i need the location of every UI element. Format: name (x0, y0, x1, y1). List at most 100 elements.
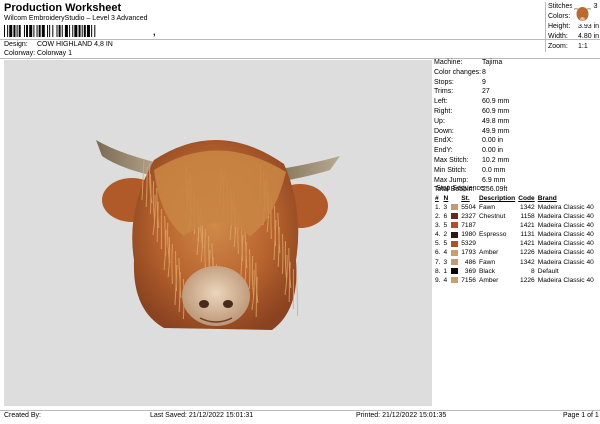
info-row: Up: 49.8 mm (434, 117, 510, 125)
stop-sequence-title: Stop Sequence: (436, 185, 486, 192)
barcode (4, 25, 96, 37)
seq-needle: 3 (443, 258, 448, 266)
sequence-row: 3. 5 7187 1421 Madeira Classic 40 (434, 221, 596, 230)
seq-brand: Default (537, 267, 559, 275)
design-label: Design: (4, 41, 28, 48)
col-header: Code (518, 195, 535, 202)
seq-description: Amber (478, 276, 499, 284)
color-swatch (450, 221, 460, 230)
seq-index: 9. (435, 276, 441, 284)
seq-code: 1226 (520, 249, 535, 257)
highland-cow-embroidery (96, 139, 340, 330)
left-nostril (199, 300, 209, 308)
software-subtitle: Wilcom EmbroideryStudio – Level 3 Advanc… (4, 15, 148, 22)
seq-description (478, 221, 517, 230)
seq-needle: 4 (443, 249, 448, 257)
stop-sequence-table: # N St. Description Code Brand 1. 3 5504 Fa… (434, 194, 596, 285)
seq-stitches: 5504 (461, 204, 476, 211)
info-row: Right: 60.9 mm (434, 107, 510, 115)
colorway-label: Colorway: (4, 50, 36, 57)
info-row: Color changes: 8 (434, 68, 486, 76)
seq-needle: 2 (443, 231, 448, 239)
muzzle (182, 266, 250, 326)
color-swatch (450, 276, 460, 285)
sequence-row: 6. 4 1793 Amber 1226 Madeira Classic 40 (434, 248, 596, 257)
seq-needle: 3 (443, 204, 448, 211)
page-title: Production Worksheet (4, 2, 122, 14)
seq-code: 1421 (520, 222, 535, 230)
seq-stitches: 5329 (461, 240, 476, 248)
col-header: Brand (537, 195, 557, 202)
seq-brand: Madeira Classic 40 (537, 213, 594, 221)
thread-color-swatch (451, 277, 459, 283)
divider (0, 39, 600, 40)
design-preview-canvas[interactable] (4, 60, 432, 406)
col-header: # (435, 195, 439, 202)
stat-row: Zoom: 1:1 (548, 43, 588, 50)
seq-brand: Madeira Classic 40 (537, 276, 594, 284)
seq-index: 1. (435, 204, 441, 211)
stat-row: Width: 4.80 in (548, 33, 600, 40)
seq-brand: Madeira Classic 40 (537, 231, 594, 239)
info-row: Max Stitch: 10.2 mm (434, 156, 510, 164)
seq-index: 5. (435, 240, 441, 248)
seq-code: 1226 (520, 276, 535, 284)
seq-stitches: 1793 (461, 249, 476, 257)
seq-code: 1131 (520, 231, 535, 239)
page-number: Page 1 of 1 (563, 412, 599, 419)
col-header: N (443, 195, 449, 202)
thread-color-swatch (451, 213, 459, 220)
seq-index: 2. (435, 213, 441, 221)
seq-brand: Madeira Classic 40 (537, 240, 594, 248)
seq-needle: 6 (443, 213, 448, 221)
design-value: COW HIGHLAND 4,8 IN (37, 41, 113, 48)
seq-description: Fawn (478, 258, 496, 266)
last-saved: Last Saved: 21/12/2022 15:01:31 (150, 412, 254, 419)
color-swatch (450, 239, 460, 248)
right-nostril (223, 300, 233, 308)
info-row: Min Stitch: 0.0 mm (434, 166, 506, 174)
color-swatch (450, 267, 460, 276)
colorway-row: Colorway: Colorway 1 (4, 50, 72, 57)
sequence-row: 5. 5 5329 1421 Madeira Classic 40 (434, 239, 596, 248)
color-swatch (450, 258, 460, 267)
info-row: Trims: 27 (434, 88, 490, 96)
info-row: Max Jump: 6.9 mm (434, 176, 506, 184)
seq-stitches: 1980 (461, 231, 476, 239)
barcode-suffix: , (153, 27, 156, 37)
info-row: EndY: 0.00 in (434, 147, 504, 155)
seq-stitches: 369 (464, 267, 476, 275)
seq-index: 7. (435, 258, 441, 266)
seq-needle: 5 (443, 240, 448, 248)
info-row: EndX: 0.00 in (434, 137, 504, 145)
design-thumbnail (572, 3, 593, 24)
seq-description: Chestnut (478, 213, 506, 221)
design-row: Design: COW HIGHLAND 4,8 IN (4, 41, 113, 48)
seq-brand: Madeira Classic 40 (537, 222, 594, 230)
colorway-value: Colorway 1 (37, 50, 73, 57)
machine-info-panel: Machine: Tajima Color changes: 8 Stops: 9 T… (434, 58, 600, 195)
thread-color-swatch (451, 240, 459, 247)
seq-stitches: 7156 (461, 276, 476, 284)
info-row: Down: 49.9 mm (434, 127, 510, 135)
color-swatch (450, 230, 460, 239)
info-row: Machine: Tajima (434, 59, 503, 66)
seq-index: 3. (435, 222, 441, 230)
info-row: Stops: 9 (434, 78, 486, 86)
seq-needle: 5 (443, 222, 448, 230)
col-header: Description (478, 195, 516, 202)
color-swatch (450, 203, 460, 212)
seq-brand: Madeira Classic 40 (537, 258, 594, 266)
seq-code: 1342 (520, 204, 535, 211)
seq-code: 1342 (520, 258, 535, 266)
col-header: St. (461, 195, 470, 202)
seq-stitches: 486 (464, 258, 476, 266)
seq-index: 6. (435, 249, 441, 257)
seq-code: 8 (531, 267, 535, 275)
seq-needle: 4 (443, 276, 448, 284)
seq-index: 4. (435, 231, 441, 239)
sequence-row: 1. 3 5504 Fawn 1342 Madeira Classic 40 (434, 203, 596, 212)
col-header (450, 194, 460, 203)
created-by: Created By: (4, 412, 41, 419)
seq-description: Espresso (478, 231, 507, 239)
